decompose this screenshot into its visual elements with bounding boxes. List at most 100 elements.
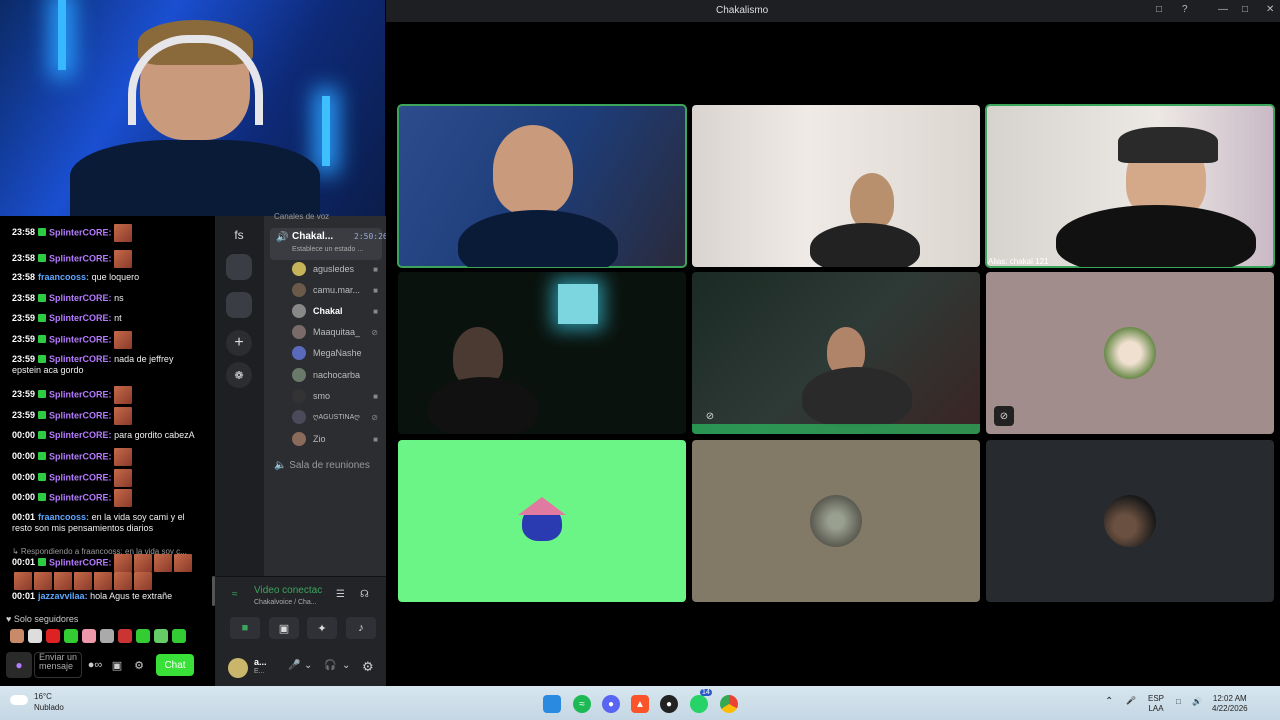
username[interactable]: SplinterCORE: xyxy=(49,492,112,502)
chat-send-button[interactable]: Chat xyxy=(156,654,194,676)
chevron-down-icon[interactable]: ⌄ xyxy=(304,660,312,671)
badge-icon xyxy=(38,254,47,263)
video-tile[interactable]: Alias: chakal 121 xyxy=(985,104,1275,268)
video-tile[interactable] xyxy=(692,440,980,602)
emote-icon[interactable] xyxy=(82,629,96,643)
username[interactable]: SplinterCORE: xyxy=(49,354,112,364)
store-icon[interactable]: ▣ xyxy=(108,656,126,674)
spotify-icon[interactable]: ≈ xyxy=(573,695,591,713)
emote-icon[interactable] xyxy=(28,629,42,643)
gear-icon[interactable]: ⚙ xyxy=(130,656,148,674)
brave-icon[interactable]: ▲ xyxy=(631,695,649,713)
video-tile[interactable] xyxy=(986,440,1274,602)
emote-icon[interactable] xyxy=(100,629,114,643)
bits-icon[interactable]: ●∞ xyxy=(86,656,104,674)
start-icon[interactable] xyxy=(543,695,561,713)
voice-member[interactable]: ღAGUSTINAღ ⊘ xyxy=(292,408,382,426)
username[interactable]: fraancooss: xyxy=(38,272,89,282)
voice-member[interactable]: camu.mar... ■ xyxy=(292,281,382,299)
voice-member[interactable]: smo ■ xyxy=(292,387,382,405)
video-tile[interactable] xyxy=(398,272,686,434)
voice-channel[interactable]: 🔊 Chakal... 2:50:26 Establece un estado … xyxy=(270,228,388,260)
activities-button[interactable]: ✦ xyxy=(307,617,337,639)
language-indicator[interactable]: ESP LAA xyxy=(1148,694,1164,714)
soundboard-icon[interactable]: ☰ xyxy=(336,589,345,600)
username[interactable]: SplinterCORE: xyxy=(49,253,112,263)
headphones-icon[interactable]: 🎧 xyxy=(324,660,336,671)
username[interactable]: SplinterCORE: xyxy=(49,389,112,399)
username[interactable]: fraancooss: xyxy=(38,512,89,522)
mic-icon[interactable]: 🎤 xyxy=(1126,696,1136,706)
explore-icon[interactable]: ❁ xyxy=(226,362,252,388)
camera-button[interactable]: ■ xyxy=(230,617,260,639)
emote-icon[interactable] xyxy=(10,629,24,643)
username[interactable]: jazzavvilaa: xyxy=(38,591,88,601)
video-tile[interactable]: ⊘ xyxy=(692,272,980,434)
username[interactable]: SplinterCORE: xyxy=(49,557,112,567)
user-name[interactable]: a... xyxy=(254,657,267,667)
screen-share-button[interactable]: ▣ xyxy=(269,617,299,639)
emote-icon[interactable] xyxy=(46,629,60,643)
maximize-icon[interactable]: □ xyxy=(1242,4,1248,15)
emote-icon[interactable] xyxy=(172,629,186,643)
network-icon[interactable]: □ xyxy=(1176,697,1181,707)
whatsapp-icon[interactable]: 14 xyxy=(690,689,712,713)
clock[interactable]: 12:02 AM 4/22/2026 xyxy=(1212,694,1248,714)
video-tile[interactable] xyxy=(692,105,980,267)
emote-icon[interactable] xyxy=(154,629,168,643)
video-tile[interactable]: ⊘ xyxy=(986,272,1274,434)
voice-member[interactable]: Zio ■ xyxy=(292,430,382,448)
server-icon[interactable]: fs xyxy=(226,222,252,248)
timestamp: 23:58 xyxy=(12,293,36,303)
username[interactable]: SplinterCORE: xyxy=(49,451,112,461)
popout-icon[interactable]: □ xyxy=(1156,4,1162,15)
username[interactable]: SplinterCORE: xyxy=(49,227,112,237)
chevron-up-icon[interactable]: ⌃ xyxy=(1105,697,1113,707)
window-title: Chakalismo xyxy=(716,5,769,16)
voice-category[interactable]: Canales de voz xyxy=(274,212,329,221)
voice-member[interactable]: MegaNashe xyxy=(292,344,382,362)
close-icon[interactable]: ✕ xyxy=(1266,4,1274,15)
mic-icon[interactable]: ● xyxy=(6,652,32,678)
voice-member[interactable]: Maaquitaa_ ⊘ xyxy=(292,323,382,341)
voice-member[interactable]: agusledes ■ xyxy=(292,260,382,278)
server-folder-icon[interactable] xyxy=(226,254,252,280)
gear-icon[interactable]: ⚙ xyxy=(362,659,374,675)
connection-channel[interactable]: Chakalvoice / Cha... xyxy=(254,599,317,606)
chevron-down-icon[interactable]: ⌄ xyxy=(342,660,350,671)
username[interactable]: SplinterCORE: xyxy=(49,334,112,344)
emote-icon xyxy=(113,331,132,349)
username[interactable]: SplinterCORE: xyxy=(49,430,112,440)
help-icon[interactable]: ? xyxy=(1182,4,1188,15)
minimize-icon[interactable]: — xyxy=(1218,4,1228,15)
volume-icon[interactable]: 🔊 xyxy=(1192,697,1202,707)
voice-member[interactable]: nachocarba xyxy=(292,366,382,384)
chat-input[interactable]: Enviar un mensaje xyxy=(34,652,82,678)
avatar[interactable] xyxy=(228,658,248,678)
emote-icon xyxy=(113,224,132,242)
soundboard-button[interactable]: ♪ xyxy=(346,617,376,639)
username[interactable]: SplinterCORE: xyxy=(49,410,112,420)
emote-icon[interactable] xyxy=(136,629,150,643)
signal-icon[interactable]: ≈ xyxy=(232,589,238,600)
username[interactable]: SplinterCORE: xyxy=(49,313,112,323)
add-server-icon[interactable]: + xyxy=(226,330,252,356)
video-tile[interactable] xyxy=(398,440,686,602)
username[interactable]: SplinterCORE: xyxy=(49,293,112,303)
emote-icon[interactable] xyxy=(118,629,132,643)
username[interactable]: SplinterCORE: xyxy=(49,472,112,482)
stage-channel[interactable]: 🔈 Sala de reuniones xyxy=(274,460,370,471)
chat-scrollbar[interactable] xyxy=(212,576,215,606)
disconnect-icon[interactable]: ☊ xyxy=(360,589,369,600)
chrome-icon[interactable] xyxy=(720,695,738,713)
discord-icon[interactable]: ● xyxy=(602,695,620,713)
channel-status: Establece un estado ... xyxy=(292,246,364,253)
voice-member[interactable]: Chakal ■ xyxy=(292,302,382,320)
server-folder-icon[interactable] xyxy=(226,292,252,318)
obs-icon[interactable]: ● xyxy=(660,695,678,713)
chat-message: 00:00 SplinterCORE: xyxy=(12,448,204,466)
participant-shirt xyxy=(458,210,618,267)
emote-icon[interactable] xyxy=(64,629,78,643)
mic-icon[interactable]: 🎤 xyxy=(288,660,300,671)
video-tile[interactable] xyxy=(397,104,687,268)
